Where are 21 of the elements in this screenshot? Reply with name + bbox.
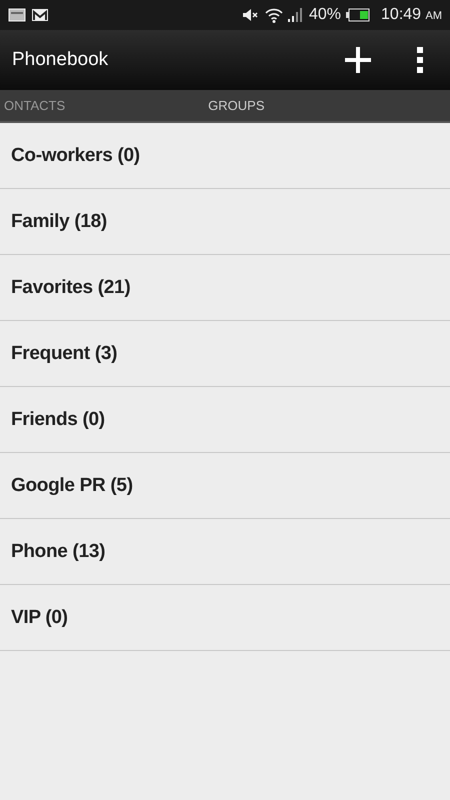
battery-icon (346, 8, 370, 22)
group-item[interactable]: Phone (13) (0, 519, 450, 585)
group-item[interactable]: Family (18) (0, 189, 450, 255)
mail-icon (31, 8, 49, 22)
group-item[interactable]: Friends (0) (0, 387, 450, 453)
wifi-icon (264, 7, 283, 23)
tab[interactable]: GROUPS (208, 98, 264, 113)
mute-icon (242, 8, 260, 22)
image-icon (8, 8, 26, 22)
signal-icon (288, 8, 304, 22)
app-title: Phonebook (12, 49, 108, 71)
tab[interactable]: ONTACTS (4, 98, 66, 113)
clock: 10:49 AM (381, 6, 442, 24)
group-item[interactable]: Favorites (21) (0, 255, 450, 321)
group-item[interactable]: Co-workers (0) (0, 123, 450, 189)
battery-percent: 40% (308, 6, 342, 24)
group-item[interactable]: VIP (0) (0, 585, 450, 651)
group-item[interactable]: Frequent (3) (0, 321, 450, 387)
menu-icon[interactable] (416, 47, 424, 73)
group-item[interactable]: Google PR (5) (0, 453, 450, 519)
add-icon[interactable] (344, 46, 372, 74)
